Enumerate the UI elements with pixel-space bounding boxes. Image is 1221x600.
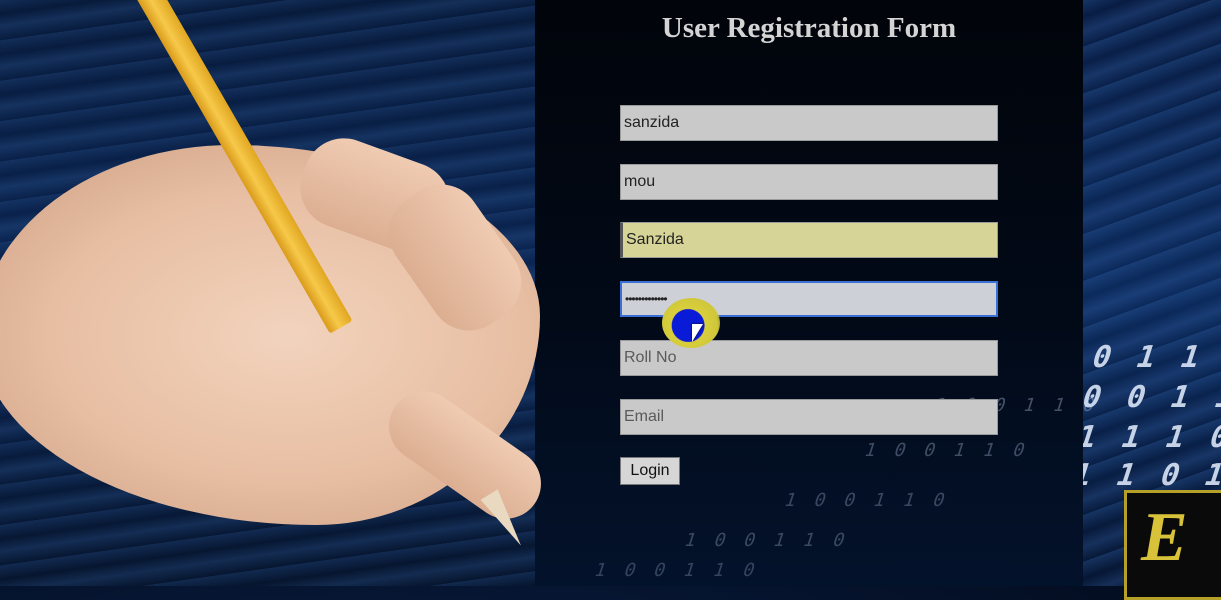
binary-decoration: 1 0 0 1 1 0: [861, 440, 1032, 461]
page-title: User Registration Form: [661, 12, 957, 44]
first-name-field[interactable]: sanzida: [620, 105, 998, 141]
field-placeholder: Email: [624, 408, 665, 425]
email-field[interactable]: Email: [620, 399, 998, 435]
binary-decoration: 0 0 1 1: [1083, 380, 1221, 415]
binary-decoration: 1 1 0 1: [1083, 458, 1221, 493]
binary-decoration: 1 1 1 0: [1083, 420, 1221, 455]
binary-decoration: 0 1 1 1: [1087, 340, 1221, 375]
username-field[interactable]: Sanzida: [620, 222, 998, 258]
binary-decoration: 1 0 0 1 1 0: [591, 560, 762, 581]
field-value: sanzida: [624, 114, 680, 131]
field-value: Sanzida: [626, 231, 684, 248]
mouse-cursor-icon: [692, 324, 703, 342]
roll-no-field[interactable]: Roll No: [620, 340, 998, 376]
last-name-field[interactable]: mou: [620, 164, 998, 200]
login-button[interactable]: Login: [620, 457, 680, 485]
field-placeholder: Roll No: [624, 349, 677, 366]
field-value: mou: [624, 173, 656, 190]
field-value: •••••••••••••: [625, 292, 668, 306]
logo: E: [1124, 490, 1221, 600]
binary-decoration: 1 0 0 1 1 0: [681, 530, 852, 551]
binary-decoration: 1 0 0 1 1 0: [781, 490, 952, 511]
cursor-highlight: [662, 298, 720, 348]
